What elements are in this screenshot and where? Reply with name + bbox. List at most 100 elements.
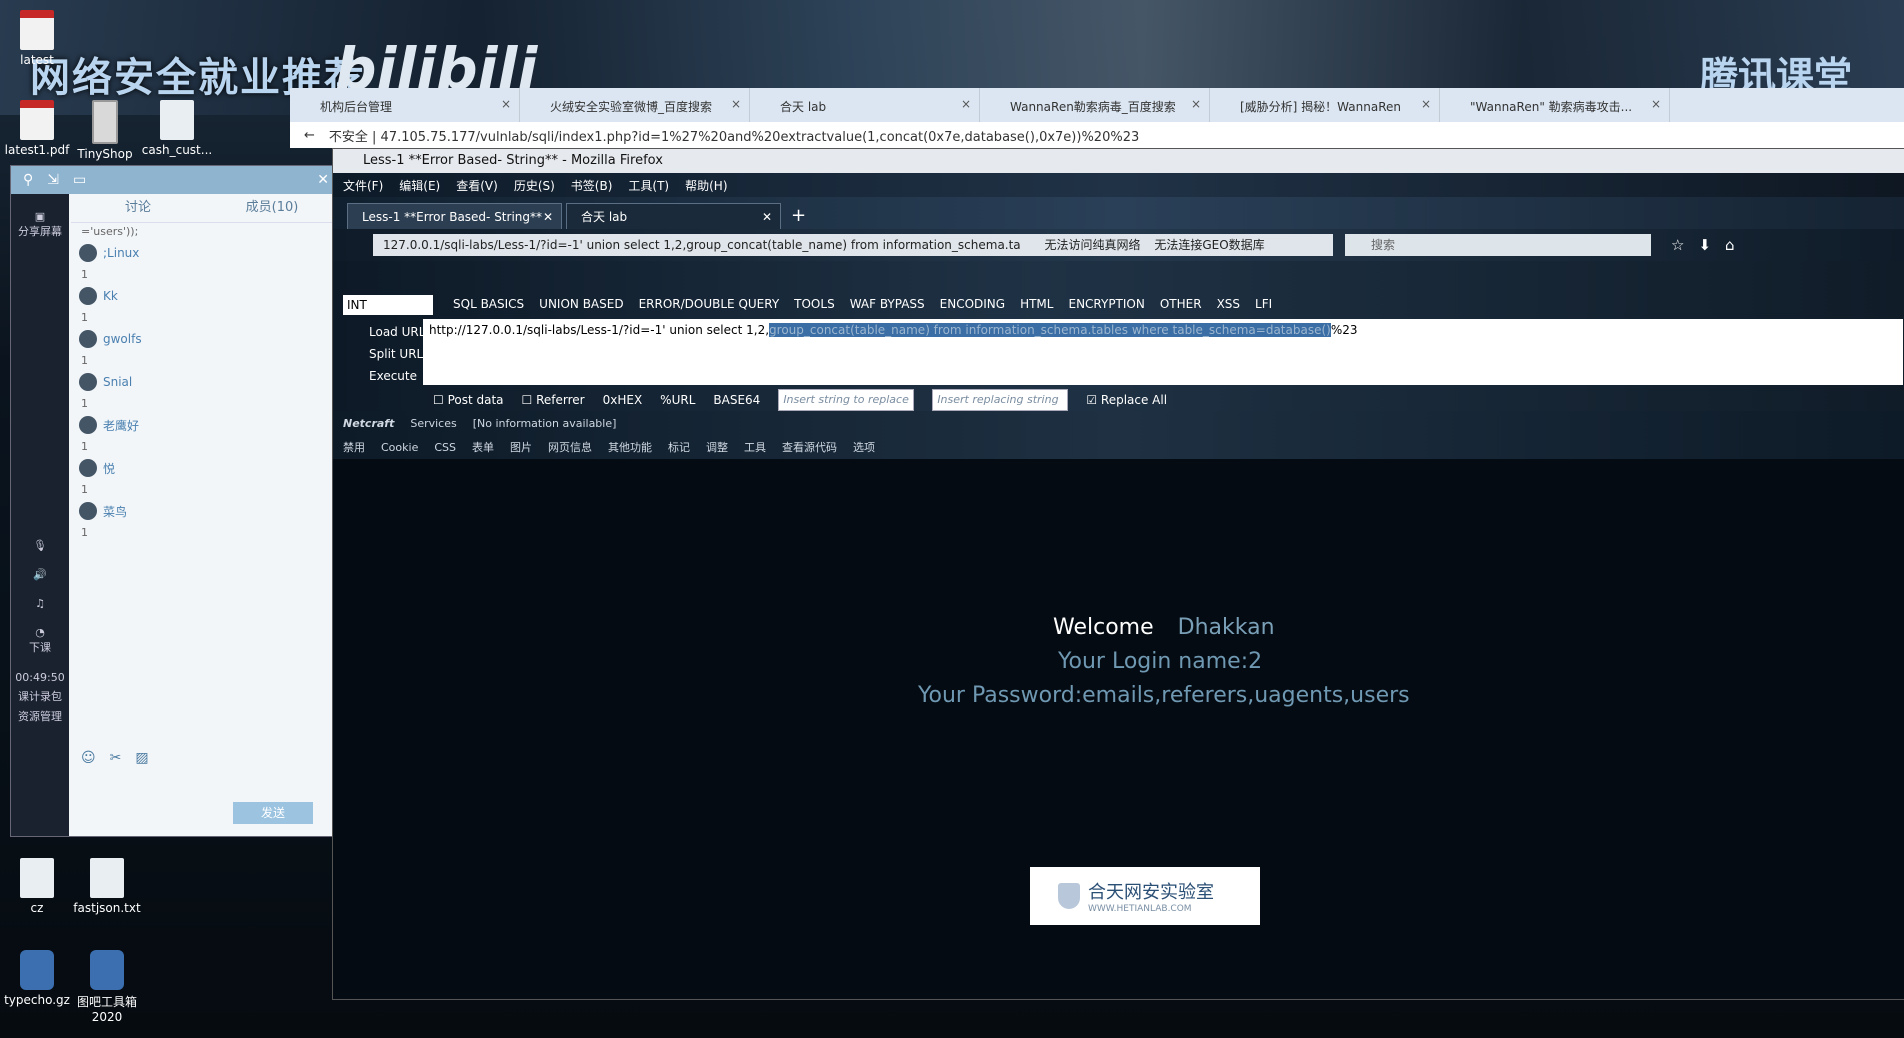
hackbar-url-textarea[interactable]: http://127.0.0.1/sqli-labs/Less-1/?id=-1… [423,319,1903,385]
menu-tools[interactable]: 工具(T) [628,177,669,194]
menu-history[interactable]: 历史(S) [514,177,555,194]
expand-icon[interactable]: ⇲ [47,172,59,188]
hex-button[interactable]: 0xHEX [603,393,643,407]
wd-cookie[interactable]: Cookie [381,441,418,454]
load-url-button[interactable]: Load URL [343,321,425,343]
mic-icon[interactable]: 🎙 [11,539,69,552]
url-encode-button[interactable]: %URL [660,393,695,407]
nav-bar: 127.0.0.1/sqli-labs/Less-1/?id=-1' union… [333,229,1904,261]
post-data-checkbox[interactable]: ☐ Post data [433,393,504,407]
menu-lfi[interactable]: LFI [1255,297,1272,311]
message-text: 1 [81,526,88,539]
avatar[interactable] [79,502,97,520]
menu-sql-basics[interactable]: SQL BASICS [453,297,524,311]
netcraft-logo[interactable]: Netcraft [343,417,394,430]
wd-resize[interactable]: 调整 [706,439,728,455]
home-icon[interactable]: ⌂ [1725,236,1735,254]
menu-error-double[interactable]: ERROR/DOUBLE QUERY [639,297,780,311]
base64-button[interactable]: BASE64 [713,393,760,407]
speaker-icon[interactable]: 🔊 [11,568,69,581]
split-url-button[interactable]: Split URL [343,343,425,365]
replace-all-checkbox[interactable]: ☑ Replace All [1086,393,1167,407]
wd-outline[interactable]: 标记 [668,439,690,455]
music-icon[interactable]: ♫ [11,597,69,610]
search-input[interactable]: 搜索 [1345,234,1651,256]
outer-address-bar[interactable]: ← 不安全 | 47.105.75.177/vulnlab/sqli/index… [290,122,1904,148]
type-select[interactable]: INT [343,295,433,315]
folder-icon [92,100,118,144]
tab-less1[interactable]: Less-1 **Error Based- String** ✕ [347,203,562,229]
menu-html[interactable]: HTML [1020,297,1053,311]
menu-file[interactable]: 文件(F) [343,177,383,194]
avatar[interactable] [79,459,97,477]
wd-images[interactable]: 图片 [510,439,532,455]
share-screen-button[interactable]: ▣ 分享屏幕 [11,210,69,239]
url-bar[interactable]: 127.0.0.1/sqli-labs/Less-1/?id=-1' union… [373,234,1333,256]
image-icon[interactable]: ▨ [135,750,148,766]
tab-discuss[interactable]: 讨论 [71,194,205,222]
menu-union-based[interactable]: UNION BASED [539,297,623,311]
avatar[interactable] [79,330,97,348]
desktop-icon-latest1[interactable]: latest1.pdf [0,100,74,157]
message-text: 1 [81,354,88,367]
desktop-icon-cash[interactable]: cash_cust... [140,100,214,157]
menu-help[interactable]: 帮助(H) [685,177,727,194]
desktop-icon-typecho[interactable]: typecho.gz [0,950,74,1007]
desktop-icon-fastjson[interactable]: fastjson.txt [70,858,144,915]
menu-other[interactable]: OTHER [1160,297,1202,311]
execute-button[interactable]: Execute [343,365,425,387]
avatar[interactable] [79,373,97,391]
avatar[interactable] [79,287,97,305]
new-tab-icon[interactable]: + [791,205,806,226]
wd-disable[interactable]: 禁用 [343,439,365,455]
outer-tab[interactable]: [威胁分析] 揭秘！WannaRen × [1210,88,1440,122]
avatar[interactable] [79,416,97,434]
record-label[interactable]: 课计录包 [11,688,69,704]
window-icon[interactable]: ▭ [73,172,86,188]
scissors-icon[interactable]: ✂ [110,750,122,766]
wd-css[interactable]: CSS [434,441,456,454]
back-arrow-icon[interactable]: ← [304,128,315,143]
end-class-button[interactable]: ◔ 下课 [11,626,69,655]
desktop-icon-latest[interactable]: latest [0,10,74,67]
wd-options[interactable]: 选项 [853,439,875,455]
tab-hetian[interactable]: 合天 lab ✕ [566,203,781,229]
outer-tab[interactable]: 合天 lab × [750,88,980,122]
wd-info[interactable]: 网页信息 [548,439,592,455]
menu-edit[interactable]: 编辑(E) [399,177,440,194]
replace-from-input[interactable]: Insert string to replace [778,389,915,411]
download-icon[interactable]: ⬇ [1698,236,1711,254]
desktop-icon-tinyshop[interactable]: TinyShop [68,100,142,161]
menu-xss[interactable]: XSS [1217,297,1240,311]
pin-icon[interactable]: ⚲ [23,172,33,188]
outer-tab[interactable]: WannaRen勒索病毒_百度搜索 × [980,88,1210,122]
menu-encryption[interactable]: ENCRYPTION [1068,297,1144,311]
desktop-icon-cz[interactable]: cz [0,858,74,915]
desktop-icon-tuba[interactable]: 图吧工具箱 2020 [70,950,144,1024]
tab-members[interactable]: 成员(10) [205,194,339,222]
menu-tools[interactable]: TOOLS [794,297,835,311]
wd-tools[interactable]: 工具 [744,439,766,455]
toolbox-icon [90,950,124,990]
wd-misc[interactable]: 其他功能 [608,439,652,455]
menu-waf-bypass[interactable]: WAF BYPASS [850,297,925,311]
emoji-icon[interactable]: ☺ [81,750,96,766]
services-button[interactable]: Services [410,417,456,430]
close-icon[interactable]: ✕ [317,172,329,188]
menu-bookmarks[interactable]: 书签(B) [571,177,613,194]
outer-tab[interactable]: "WannaRen" 勒索病毒攻击... × [1440,88,1670,122]
bookmark-star-icon[interactable]: ☆ [1671,236,1684,254]
avatar[interactable] [79,244,97,262]
resource-label[interactable]: 资源管理 [11,708,69,724]
menu-view[interactable]: 查看(V) [456,177,498,194]
send-button[interactable]: 发送 [233,802,313,824]
outer-tab[interactable]: 火绒安全实验室微博_百度搜索 × [520,88,750,122]
replace-to-input[interactable]: Insert replacing string [932,389,1069,411]
referrer-checkbox[interactable]: ☐ Referrer [522,393,585,407]
close-icon: ✕ [542,210,553,224]
netcraft-info: [No information available] [472,416,617,430]
wd-view-source[interactable]: 查看源代码 [782,439,837,455]
menu-encoding[interactable]: ENCODING [940,297,1005,311]
wd-forms[interactable]: 表单 [472,439,494,455]
outer-tab[interactable]: 机构后台管理 × [290,88,520,122]
